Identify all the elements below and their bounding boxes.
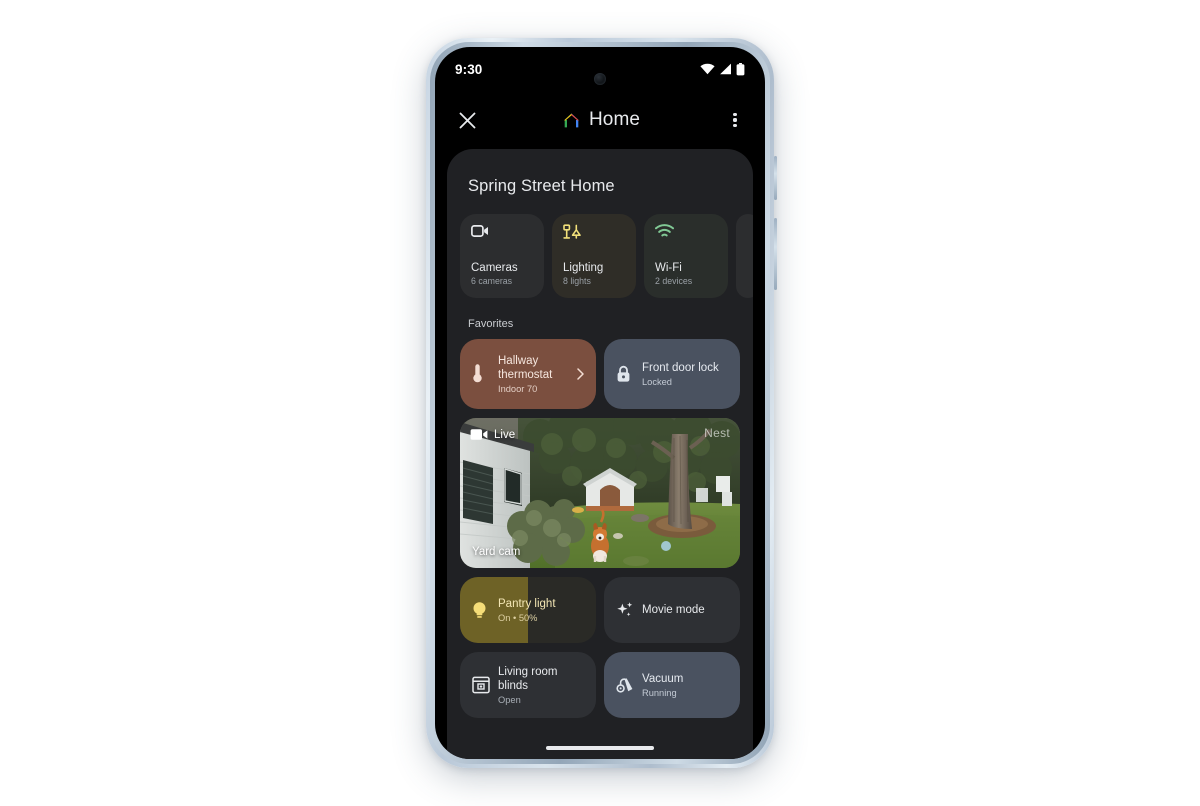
- card-pantry-light[interactable]: Pantry light On • 50%: [460, 577, 596, 643]
- page-title: Home: [588, 109, 641, 130]
- category-chips-row[interactable]: Cameras 6 cameras Lighting 8 lights Wi-F…: [447, 196, 753, 298]
- camera-name-label: Yard cam: [472, 546, 521, 558]
- card-text: Living room blinds Open: [498, 665, 586, 706]
- card-hallway-thermostat[interactable]: Hallway thermostat Indoor 70: [460, 339, 596, 409]
- chip-label: Cameras: [471, 262, 518, 274]
- favorites-section-title: Favorites: [468, 318, 514, 330]
- more-vert-icon-dot: [733, 118, 737, 122]
- google-home-logo: [564, 113, 579, 127]
- chip-label: Lighting: [563, 262, 604, 274]
- home-indicator[interactable]: [546, 746, 654, 750]
- card-title: Movie mode: [642, 603, 705, 616]
- close-icon: [459, 112, 475, 128]
- phone-device: 9:30 Home Spring Street Home Cameras 6 c…: [426, 38, 777, 768]
- card-text: Vacuum Running: [642, 672, 730, 698]
- status-clock: 9:30: [455, 61, 483, 77]
- lock-icon: [616, 365, 642, 383]
- app-bar: Home: [435, 91, 765, 149]
- phone-screen: 9:30 Home Spring Street Home Cameras 6 c…: [435, 47, 765, 759]
- card-text: Hallway thermostat Indoor 70: [498, 354, 574, 395]
- card-subtitle: Indoor 70: [498, 384, 538, 395]
- card-text: Front door lock Locked: [642, 361, 730, 387]
- card-title: Living room blinds: [498, 665, 558, 693]
- chevron-right-icon[interactable]: [574, 368, 586, 380]
- card-vacuum[interactable]: Vacuum Running: [604, 652, 740, 718]
- close-button[interactable]: [445, 98, 489, 142]
- more-vert-icon-dot: [733, 124, 737, 128]
- chip-cameras[interactable]: Cameras 6 cameras: [460, 214, 544, 298]
- front-camera-punch-hole: [594, 73, 606, 85]
- chip-next-partial[interactable]: [736, 214, 753, 298]
- live-badge: Live: [470, 428, 515, 441]
- card-living-room-blinds[interactable]: Living room blinds Open: [460, 652, 596, 718]
- wifi-icon: [655, 224, 718, 254]
- card-title: Vacuum: [642, 673, 684, 685]
- card-subtitle: Open: [498, 695, 521, 706]
- thermostat-icon: [472, 363, 498, 385]
- power-button[interactable]: [773, 156, 777, 200]
- chip-lighting[interactable]: Lighting 8 lights: [552, 214, 636, 298]
- chip-sublabel: 6 cameras: [471, 276, 513, 286]
- chip-label: Wi-Fi: [655, 262, 682, 274]
- camera-feed-yard-cam[interactable]: Live Nest Yard cam: [460, 418, 740, 568]
- overflow-menu-button[interactable]: [713, 98, 757, 142]
- card-title: Hallway thermostat: [498, 354, 553, 382]
- volume-button[interactable]: [773, 218, 777, 290]
- vacuum-icon: [616, 676, 642, 694]
- blinds-icon: [472, 676, 498, 694]
- more-vert-icon: [733, 112, 737, 116]
- card-subtitle: Locked: [642, 377, 672, 387]
- lightbulb-icon: [472, 601, 498, 620]
- screenshot-canvas: 9:30 Home Spring Street Home Cameras 6 c…: [0, 0, 1200, 806]
- camera-icon: [471, 224, 534, 254]
- home-sheet: Spring Street Home Cameras 6 cameras Lig…: [447, 149, 753, 759]
- home-name-label: Spring Street Home: [468, 177, 615, 195]
- live-label: Live: [494, 428, 516, 441]
- wifi-icon: [700, 63, 715, 75]
- card-text: Movie mode: [642, 603, 730, 618]
- lighting-icon: [563, 224, 626, 254]
- card-front-door-lock[interactable]: Front door lock Locked: [604, 339, 740, 409]
- chip-sublabel: 2 devices: [655, 276, 693, 286]
- card-movie-mode[interactable]: Movie mode: [604, 577, 740, 643]
- card-subtitle: Running: [642, 688, 677, 698]
- status-icons: [700, 62, 745, 76]
- card-subtitle: On • 50%: [498, 613, 538, 623]
- card-title: Front door lock: [642, 362, 719, 374]
- battery-icon: [736, 62, 745, 75]
- controls-row-1: Pantry light On • 50% Movie mode: [447, 568, 753, 643]
- card-text: Pantry light On • 50%: [498, 597, 586, 623]
- video-camera-icon: [470, 429, 488, 440]
- nest-watermark: Nest: [704, 426, 730, 440]
- app-title-group: Home: [489, 109, 713, 131]
- sparkle-icon: [616, 601, 642, 620]
- favorites-row: Hallway thermostat Indoor 70 Front door …: [447, 330, 753, 409]
- chip-wifi[interactable]: Wi-Fi 2 devices: [644, 214, 728, 298]
- cell-signal-icon: [720, 63, 731, 75]
- controls-row-2: Living room blinds Open Vacuum Running: [447, 643, 753, 718]
- chip-sublabel: 8 lights: [563, 276, 591, 286]
- card-title: Pantry light: [498, 598, 556, 610]
